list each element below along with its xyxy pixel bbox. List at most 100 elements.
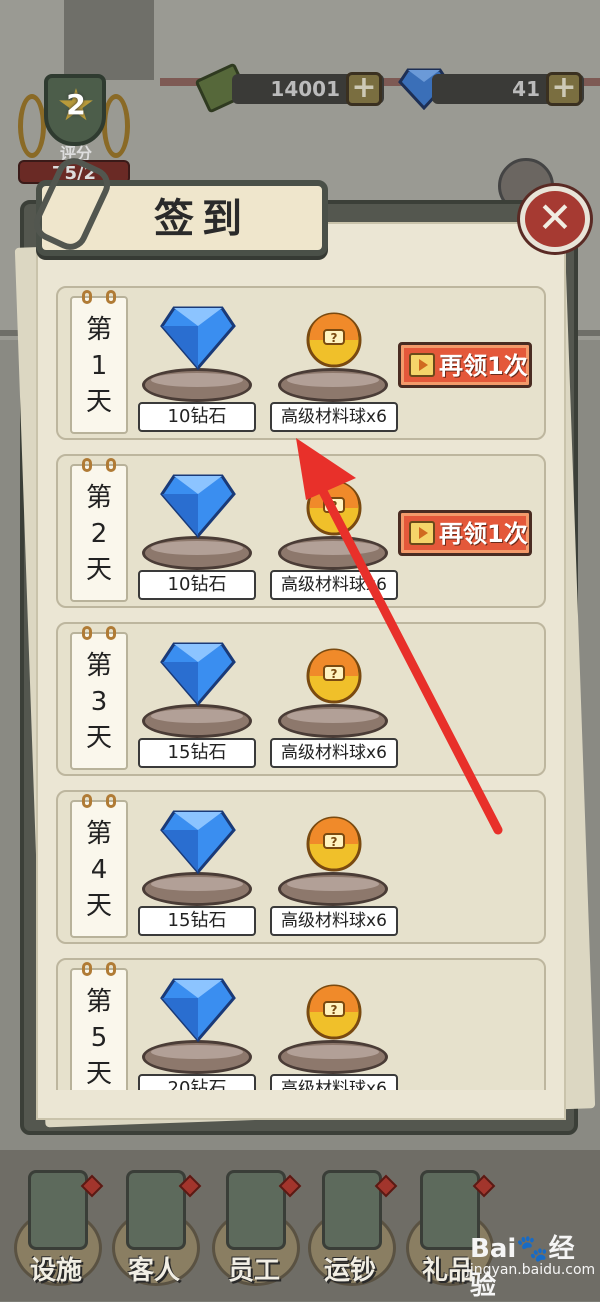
diamond-icon (160, 810, 236, 875)
nav-item-icon (226, 1170, 286, 1250)
reward-label: 15钻石 (138, 738, 256, 768)
nav-item-label: 员工 (227, 1256, 280, 1286)
pedestal-icon (142, 704, 252, 738)
calendar-ring-icon (82, 794, 92, 808)
nav-item-label: 运钞 (323, 1256, 376, 1286)
dialog-title: 签到 (154, 196, 250, 242)
close-button[interactable]: ✕ (520, 186, 590, 252)
diamond-icon (160, 978, 236, 1043)
watermark-url: jingyan.baidu.com (466, 1262, 596, 1278)
nav-item-icon (126, 1170, 186, 1250)
calendar-tag: 第 4 天 (70, 794, 128, 938)
day-card: 第 2 天 10钻石 ? 高级材料球x6 再领1次 (56, 454, 546, 608)
close-icon: ✕ (537, 193, 573, 242)
pedestal-icon (278, 872, 388, 906)
day-prefix: 第 (85, 819, 112, 849)
day-number: 3 (90, 687, 108, 717)
calendar-tag: 第 2 天 (70, 458, 128, 602)
reward-material-orb: ? 高级材料球x6 (270, 634, 398, 768)
nav-item-label: 设施 (29, 1256, 82, 1286)
calendar-tag: 第 3 天 (70, 626, 128, 770)
day-number: 4 (90, 855, 108, 885)
day-number: 2 (90, 519, 108, 549)
bottom-nav-item[interactable]: 客人 (104, 1170, 204, 1286)
claim-again-button[interactable]: 再领1次 (398, 342, 532, 388)
bottom-nav-item[interactable]: 员工 (204, 1170, 304, 1286)
calendar-ring-icon (106, 626, 116, 640)
reward-label: 10钻石 (138, 570, 256, 600)
day-prefix: 第 (85, 315, 112, 345)
bottom-nav-item[interactable]: 设施 (6, 1170, 106, 1286)
cash-value: 14001 (270, 77, 340, 101)
pedestal-icon (278, 368, 388, 402)
reward-label: 高级材料球x6 (270, 1074, 398, 1090)
reward-material-orb: ? 高级材料球x6 (270, 466, 398, 600)
video-play-icon (409, 353, 435, 377)
nav-item-icon (322, 1170, 382, 1250)
bottom-nav-item[interactable]: 运钞 (300, 1170, 400, 1286)
calendar-ring-icon (106, 962, 116, 976)
reward-diamonds: 10钻石 (138, 466, 258, 600)
day-suffix: 天 (85, 387, 112, 417)
calendar-ring-icon (106, 794, 116, 808)
day-prefix: 第 (85, 987, 112, 1017)
claim-again-label: 再领1次 (439, 520, 528, 548)
svg-text:?: ? (331, 667, 338, 681)
material-orb-icon: ? (306, 816, 362, 872)
material-orb-icon: ? (306, 984, 362, 1040)
diamond-counter: 41 + (432, 72, 584, 106)
svg-text:?: ? (331, 499, 338, 513)
reward-label: 高级材料球x6 (270, 738, 398, 768)
nav-item-label: 客人 (127, 1256, 180, 1286)
reward-diamonds: 15钻石 (138, 634, 258, 768)
svg-text:?: ? (331, 331, 338, 345)
day-suffix: 天 (85, 555, 112, 585)
day-card: 第 5 天 20钻石 ? 高级材料球x6 (56, 958, 546, 1090)
calendar-ring-icon (82, 962, 92, 976)
material-orb-icon: ? (306, 480, 362, 536)
svg-text:?: ? (331, 835, 338, 849)
day-number: 1 (90, 351, 108, 381)
pedestal-icon (142, 1040, 252, 1074)
cash-counter: 14001 + (232, 72, 384, 106)
material-orb-icon: ? (306, 312, 362, 368)
reward-diamonds: 10钻石 (138, 298, 258, 432)
reward-label: 高级材料球x6 (270, 906, 398, 936)
reward-material-orb: ? 高级材料球x6 (270, 298, 398, 432)
diamond-icon (160, 474, 236, 539)
pedestal-icon (142, 536, 252, 570)
reward-label: 15钻石 (138, 906, 256, 936)
day-suffix: 天 (85, 723, 112, 753)
reward-diamonds: 20钻石 (138, 970, 258, 1090)
calendar-tag: 第 1 天 (70, 290, 128, 434)
video-play-icon (409, 521, 435, 545)
claim-again-button[interactable]: 再领1次 (398, 510, 532, 556)
pedestal-icon (278, 1040, 388, 1074)
calendar-ring-icon (82, 626, 92, 640)
day-prefix: 第 (85, 651, 112, 681)
day-card: 第 1 天 10钻石 ? 高级材料球x6 再领1次 (56, 286, 546, 440)
pedestal-icon (142, 872, 252, 906)
pedestal-icon (278, 704, 388, 738)
laurel-left-icon (18, 94, 46, 158)
pedestal-icon (278, 536, 388, 570)
diamond-value: 41 (512, 77, 540, 101)
day-suffix: 天 (85, 891, 112, 921)
claim-again-label: 再领1次 (439, 352, 528, 380)
add-diamond-button[interactable]: + (546, 72, 582, 106)
reward-material-orb: ? 高级材料球x6 (270, 802, 398, 936)
calendar-ring-icon (106, 290, 116, 304)
watermark: Bai🐾经验 jingyan.baidu.com (460, 1228, 600, 1301)
reward-material-orb: ? 高级材料球x6 (270, 970, 398, 1090)
pedestal-icon (142, 368, 252, 402)
day-list[interactable]: 第 1 天 10钻石 ? 高级材料球x6 再领1次 第 2 天 10钻石 ? 高… (48, 280, 552, 1090)
calendar-ring-icon (82, 458, 92, 472)
material-orb-icon: ? (306, 648, 362, 704)
day-card: 第 4 天 15钻石 ? 高级材料球x6 (56, 790, 546, 944)
day-suffix: 天 (85, 1059, 112, 1089)
day-number: 5 (90, 1023, 108, 1053)
add-cash-button[interactable]: + (346, 72, 382, 106)
diamond-icon (160, 642, 236, 707)
day-prefix: 第 (85, 483, 112, 513)
laurel-right-icon (102, 94, 130, 158)
